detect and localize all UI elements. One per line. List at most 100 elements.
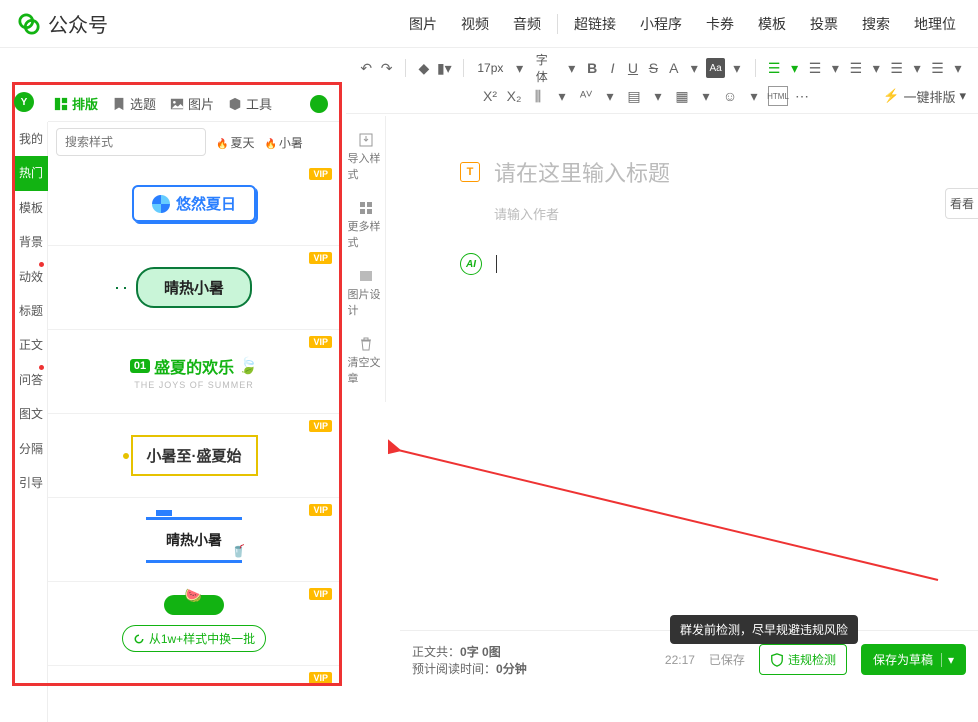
vtab-bg[interactable]: 背景 — [14, 225, 48, 259]
style-card[interactable]: VIP晴热小暑 — [48, 246, 340, 330]
subtab-layout[interactable]: 排版 — [54, 94, 98, 113]
saved-text: 已保存 — [709, 651, 745, 668]
italic-icon[interactable]: I — [604, 58, 620, 78]
vtab-body[interactable]: 正文 — [14, 328, 48, 362]
tag-icon[interactable]: ◆ — [416, 58, 432, 78]
pic-design-button[interactable]: 图片设计 — [348, 262, 384, 324]
style-card[interactable]: VIP从1w+样式中换一批 — [48, 582, 340, 666]
align-left-icon[interactable]: ☰ — [766, 58, 782, 78]
vtab-mine[interactable]: 我的 — [14, 122, 48, 156]
image-icon — [170, 97, 184, 111]
top-nav: 图片 视频 音频 超链接 小程序 卡券 模板 投票 搜索 地理位 — [397, 14, 968, 34]
auto-layout-button[interactable]: ⚡一键排版▾ — [883, 87, 966, 106]
author-input[interactable]: 请输入作者 — [494, 204, 918, 223]
style-card[interactable]: VIP01盛夏的欢乐🍃THE JOYS OF SUMMER — [48, 330, 340, 414]
color-icon[interactable]: A — [666, 58, 682, 78]
style-card[interactable]: VIP悠然夏日 — [48, 162, 340, 246]
hot-tag-2[interactable]: 小暑 — [264, 134, 302, 151]
fontsize-select[interactable]: 17px — [473, 61, 507, 75]
nav-template[interactable]: 模板 — [758, 14, 786, 34]
sub-icon[interactable]: X₂ — [504, 86, 524, 106]
search-box[interactable] — [56, 128, 206, 156]
strike-icon[interactable]: S — [645, 58, 661, 78]
stats-text: 正文共：0字 0图 预计阅读时间：0分钟 — [412, 643, 527, 677]
hot-tag-1[interactable]: 夏天 — [216, 134, 254, 151]
vtab-effect[interactable]: 动效 — [14, 260, 48, 294]
vtab-pictext[interactable]: 图文 — [14, 397, 48, 431]
undo-icon[interactable]: ↶ — [358, 58, 374, 78]
vtab-divider[interactable]: 分隔 — [14, 432, 48, 466]
paint-icon[interactable]: ▮▾ — [436, 58, 452, 78]
more-style-button[interactable]: 更多样式 — [348, 194, 384, 256]
nav-audio[interactable]: 音频 — [513, 14, 541, 34]
refresh-button[interactable]: 从1w+样式中换一批 — [122, 625, 266, 652]
nav-miniprog[interactable]: 小程序 — [640, 14, 682, 34]
vtab-guide[interactable]: 引导 — [14, 466, 48, 500]
redo-icon[interactable]: ↷ — [378, 58, 394, 78]
time-text: 22:17 — [665, 653, 695, 667]
bold-icon[interactable]: B — [584, 58, 600, 78]
emoji-icon[interactable]: ☺ — [720, 86, 740, 106]
status-dot — [310, 95, 328, 113]
nav-image[interactable]: 图片 — [409, 14, 437, 34]
clear-button[interactable]: 清空文章 — [348, 330, 384, 392]
style-list: VIP悠然夏日 VIP晴热小暑 VIP01盛夏的欢乐🍃THE JOYS OF S… — [48, 162, 340, 686]
import-icon — [358, 132, 374, 148]
lineheight-icon[interactable]: ⫼ — [528, 86, 548, 106]
layout-icon — [54, 97, 68, 111]
font-select[interactable]: 字体 — [532, 51, 560, 85]
grid-icon — [358, 200, 374, 216]
vtab-hot[interactable]: 热门 — [14, 156, 48, 190]
preview-button[interactable]: 看看 — [945, 188, 978, 219]
detect-button[interactable]: 违规检测 — [759, 644, 847, 675]
save-draft-button[interactable]: 保存为草稿▾ — [861, 644, 966, 675]
subtab-image[interactable]: 图片 — [170, 94, 214, 113]
align-right-icon[interactable]: ☰ — [848, 58, 864, 78]
nav-geo[interactable]: 地理位 — [914, 14, 956, 34]
list2-icon[interactable]: ▤ — [624, 86, 644, 106]
nav-vote[interactable]: 投票 — [810, 14, 838, 34]
import-style-button[interactable]: 导入样式 — [348, 126, 384, 188]
list-icon[interactable]: ☰ — [929, 58, 945, 78]
nav-video[interactable]: 视频 — [461, 14, 489, 34]
pic-icon — [358, 268, 374, 284]
title-icon: T — [460, 162, 480, 182]
save-dropdown-icon[interactable]: ▾ — [941, 653, 954, 667]
ai-icon[interactable]: AI — [460, 253, 482, 275]
html-icon[interactable]: HTML — [768, 86, 788, 106]
spacing-icon[interactable]: ᴬⱽ — [576, 86, 596, 106]
insert-icon[interactable]: ▦ — [672, 86, 692, 106]
vtab-template[interactable]: 模板 — [14, 191, 48, 225]
nav-search[interactable]: 搜索 — [862, 14, 890, 34]
shield-icon — [770, 653, 784, 667]
align-center-icon[interactable]: ☰ — [807, 58, 823, 78]
actions-sidebar: 导入样式 更多样式 图片设计 清空文章 — [346, 116, 386, 402]
underline-icon[interactable]: U — [625, 58, 641, 78]
nav-sep — [557, 14, 558, 34]
app-logo: 公众号 — [18, 9, 108, 38]
nav-card[interactable]: 卡券 — [706, 14, 734, 34]
bgcolor-icon[interactable]: Aa — [706, 58, 724, 78]
style-card[interactable]: VIP — [48, 666, 340, 686]
text-caret[interactable] — [496, 255, 497, 273]
beachball-icon — [152, 195, 170, 213]
category-tabs: 我的 热门 模板 背景 动效 标题 正文 问答 图文 分隔 引导 — [14, 122, 48, 722]
sup-icon[interactable]: X² — [480, 86, 500, 106]
title-input[interactable]: 请在这里输入标题 — [494, 156, 670, 188]
nav-link[interactable]: 超链接 — [574, 14, 616, 34]
vtab-qa[interactable]: 问答 — [14, 363, 48, 397]
subtab-topic[interactable]: 选题 — [112, 94, 156, 113]
vip-badge: VIP — [309, 168, 332, 180]
search-input[interactable] — [65, 135, 220, 149]
leaf-icon: 🍃 — [238, 356, 258, 376]
subtab-tool[interactable]: 工具 — [228, 94, 272, 113]
style-card[interactable]: VIP晴热小暑 — [48, 498, 340, 582]
justify-icon[interactable]: ☰ — [888, 58, 904, 78]
bookmark-icon — [112, 97, 126, 111]
annotation-arrow — [388, 430, 948, 590]
vtab-title[interactable]: 标题 — [14, 294, 48, 328]
y-badge: Y — [14, 92, 34, 112]
detect-tooltip: 群发前检测，尽早规避违规风险 — [670, 615, 858, 644]
style-card[interactable]: VIP小暑至·盛夏始 — [48, 414, 340, 498]
more-icon[interactable]: ⋯ — [792, 86, 812, 106]
